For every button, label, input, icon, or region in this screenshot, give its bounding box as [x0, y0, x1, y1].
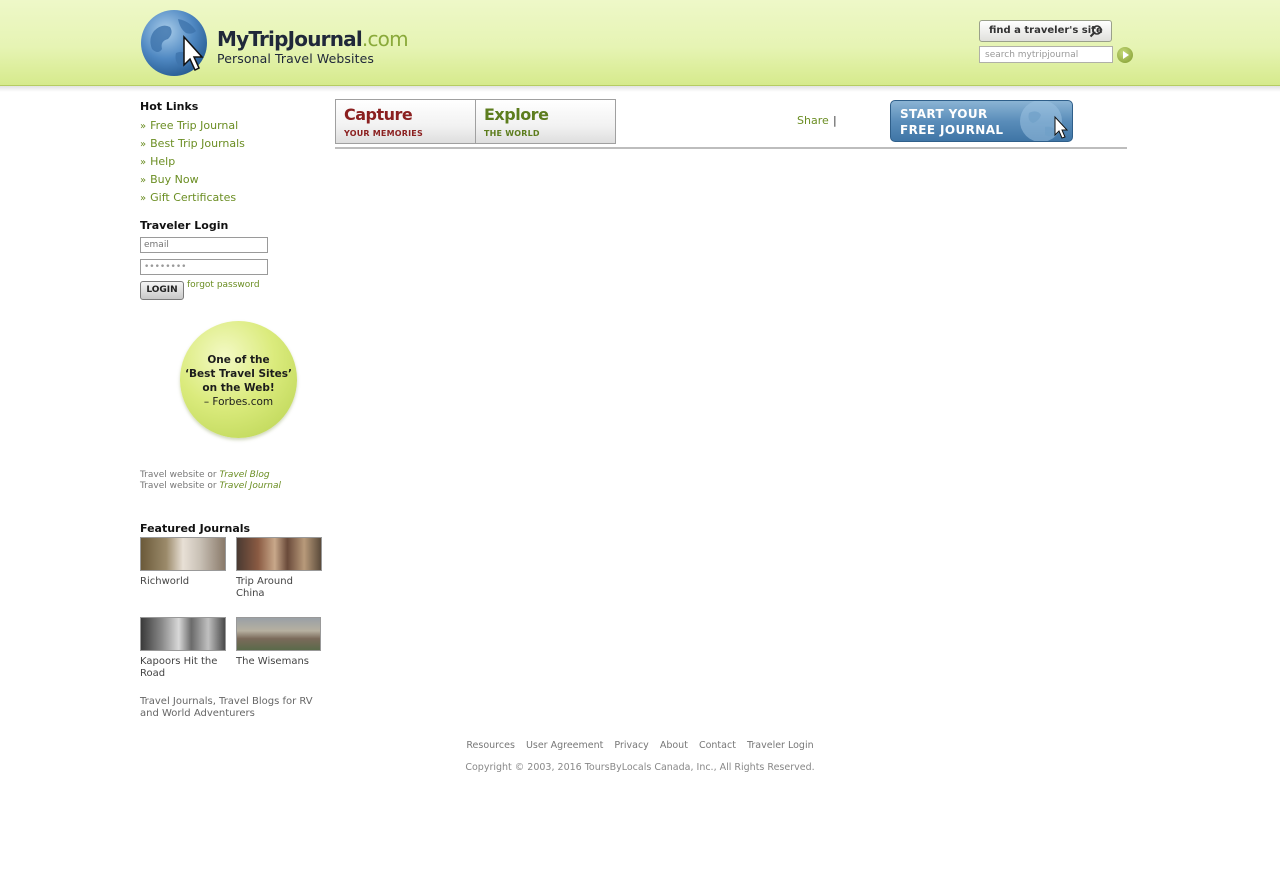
site-search-input[interactable] [979, 46, 1113, 63]
hot-links-title: Hot Links [140, 100, 199, 113]
badge-line-4: – Forbes.com [203, 396, 274, 408]
featured-journals-section: Featured Journals Richworld Trip Around … [140, 522, 325, 707]
footer-link-resources[interactable]: Resources [466, 740, 515, 751]
footer-link-contact[interactable]: Contact [699, 740, 736, 751]
featured-thumb-richworld[interactable] [140, 537, 226, 571]
footer-link-privacy[interactable]: Privacy [614, 740, 648, 751]
hot-link-help[interactable]: Help [150, 155, 175, 168]
forgot-password-link[interactable]: forgot password [187, 280, 260, 290]
travel-link-row: Travel website or Travel Blog [140, 470, 281, 481]
footer-link-about[interactable]: About [660, 740, 688, 751]
tab-capture-subtitle: YOUR MEMORIES [344, 129, 423, 138]
site-header: MyTripJournal.com Personal Travel Websit… [0, 0, 1280, 86]
search-icon [1089, 25, 1102, 38]
hot-link-gift-certificates[interactable]: Gift Certificates [150, 191, 236, 204]
traveler-login-section: Traveler Login LOGIN forgot password [140, 219, 268, 303]
badge-line-2: ‘Best Travel Sites’ [184, 368, 293, 380]
badge-line-1: One of the [207, 354, 270, 366]
forbes-badge: One of the ‘Best Travel Sites’ on the We… [180, 321, 297, 438]
travel-prefix: Travel website or [140, 481, 217, 491]
hot-links-section: Hot Links » Free Trip Journal » Best Trip … [140, 100, 245, 207]
email-field[interactable] [140, 237, 268, 253]
badge-line-3: on the Web! [202, 382, 275, 394]
site-logo[interactable]: MyTripJournal.com Personal Travel Websit… [140, 8, 410, 78]
hot-link-item: » Best Trip Journals [140, 135, 245, 153]
tab-explore-title: Explore [484, 105, 549, 124]
password-field[interactable] [140, 259, 268, 275]
tab-explore[interactable]: Explore THE WORLD [475, 99, 616, 144]
tab-capture-title: Capture [344, 105, 413, 124]
copyright-text: Copyright © 2003, 2016 ToursByLocals Can… [465, 762, 815, 773]
featured-caption[interactable]: Trip Around China [236, 576, 322, 600]
login-row: LOGIN forgot password [140, 280, 268, 303]
footer-link-user-agreement[interactable]: User Agreement [526, 740, 603, 751]
share-link[interactable]: Share [797, 114, 829, 127]
hot-link-item: » Buy Now [140, 171, 245, 189]
featured-journal-item[interactable]: Richworld [140, 537, 226, 588]
start-button-line-2: FREE JOURNAL [900, 123, 1004, 137]
hot-link-item: » Help [140, 153, 245, 171]
tab-capture[interactable]: Capture YOUR MEMORIES [335, 99, 476, 144]
logo-wordmark: MyTripJournal.com [217, 27, 409, 51]
traveler-login-title: Traveler Login [140, 219, 229, 232]
featured-journal-item[interactable]: Kapoors Hit the Road [140, 617, 226, 680]
double-chevron-icon: » [140, 175, 147, 186]
featured-description: Travel Journals, Travel Blogs for RV and… [140, 696, 313, 719]
double-chevron-icon: » [140, 157, 147, 168]
hot-link-item: » Free Trip Journal [140, 117, 245, 135]
tab-explore-subtitle: THE WORLD [484, 129, 540, 138]
logo-tagline: Personal Travel Websites [217, 51, 374, 66]
globe-cursor-icon [1020, 101, 1069, 141]
share-separator: | [833, 114, 837, 127]
double-chevron-icon: » [140, 193, 147, 204]
start-button-line-1: START YOUR [900, 107, 988, 121]
featured-journals-grid: Richworld Trip Around China Kapoors Hit … [140, 537, 325, 707]
featured-thumb-wisemans[interactable] [236, 617, 321, 651]
hot-link-free-trip-journal[interactable]: Free Trip Journal [150, 119, 238, 132]
travel-journal-link[interactable]: Travel Journal [219, 481, 281, 491]
hot-links-list: » Free Trip Journal » Best Trip Journals »… [140, 117, 245, 207]
featured-caption[interactable]: Kapoors Hit the Road [140, 656, 226, 680]
double-chevron-icon: » [140, 121, 147, 132]
forbes-badge-text: One of the ‘Best Travel Sites’ on the We… [180, 353, 297, 395]
globe-cursor-icon [141, 10, 207, 76]
hot-link-buy-now[interactable]: Buy Now [150, 173, 198, 186]
footer-link-traveler-login[interactable]: Traveler Login [747, 740, 814, 751]
featured-journals-title: Featured Journals [140, 522, 251, 535]
hot-link-item: » Gift Certificates [140, 189, 245, 207]
featured-journal-item[interactable]: The Wisemans [236, 617, 322, 668]
travel-prefix: Travel website or [140, 470, 217, 480]
find-traveler-button[interactable]: find a traveler's site [979, 20, 1112, 42]
start-free-journal-button[interactable]: START YOUR FREE JOURNAL [890, 100, 1073, 142]
travel-blog-link[interactable]: Travel Blog [219, 470, 269, 480]
travel-seo-links: Travel website or Travel Blog Travel web… [140, 470, 281, 492]
travel-link-row: Travel website or Travel Journal [140, 481, 281, 492]
hot-link-best-trip-journals[interactable]: Best Trip Journals [150, 137, 245, 150]
featured-thumb-kapoors[interactable] [140, 617, 226, 651]
find-traveler-label: find a traveler's site [989, 25, 1103, 36]
double-chevron-icon: » [140, 139, 147, 150]
login-button[interactable]: LOGIN [140, 281, 184, 300]
header-shadow [0, 86, 1280, 92]
featured-thumb-china[interactable] [236, 537, 322, 571]
footer-links: Resources User Agreement Privacy About C… [0, 740, 1280, 751]
search-go-button[interactable] [1117, 47, 1133, 63]
featured-journal-item[interactable]: Trip Around China [236, 537, 322, 600]
featured-caption[interactable]: Richworld [140, 576, 226, 588]
featured-caption[interactable]: The Wisemans [236, 656, 322, 668]
